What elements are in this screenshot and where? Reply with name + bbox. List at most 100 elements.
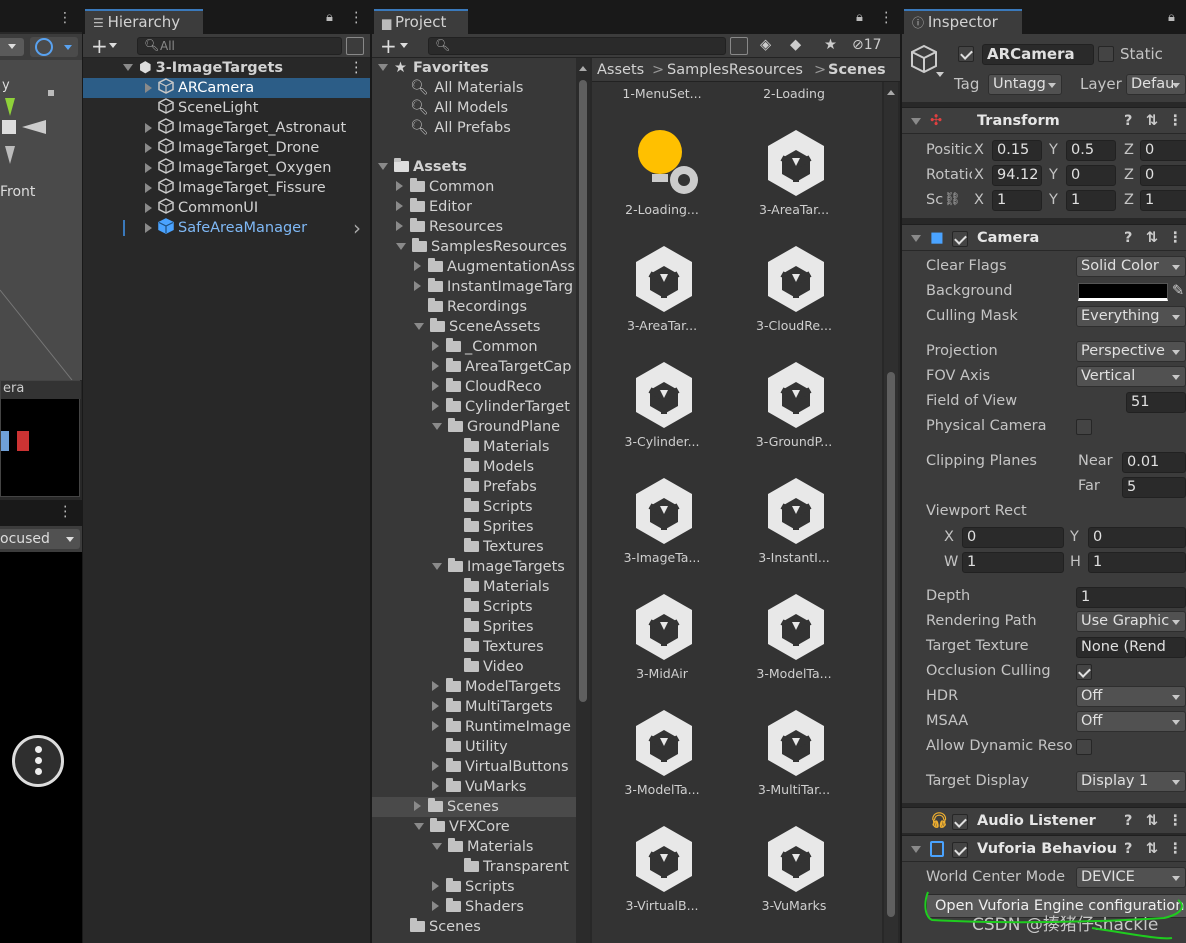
tab-hierarchy[interactable]: ☰ Hierarchy <box>85 9 203 34</box>
folder-item[interactable]: Utility <box>372 737 576 757</box>
viewport-y-field[interactable]: 0 <box>1088 527 1186 548</box>
expand-arrow-icon[interactable] <box>432 881 439 891</box>
folder-item[interactable]: Materials <box>372 577 576 597</box>
expand-arrow-icon[interactable] <box>145 223 152 233</box>
scene-search-icon[interactable] <box>346 37 364 55</box>
hierarchy-item[interactable]: SceneLight <box>83 98 370 118</box>
hierarchy-root[interactable]: ⬢ 3-ImageTargets ⋮ <box>83 58 370 78</box>
scene-gizmo-icon[interactable] <box>0 84 82 174</box>
expand-arrow-icon[interactable] <box>432 781 439 791</box>
target-display-dropdown[interactable]: Display 1 <box>1076 771 1186 792</box>
active-checkbox[interactable] <box>958 46 974 66</box>
scale-x-field[interactable]: 1 <box>992 190 1042 211</box>
breadcrumb-samplesresources[interactable]: SamplesResources <box>667 58 803 82</box>
folder-item[interactable]: InstantImageTarg <box>372 277 576 297</box>
expand-arrow-icon[interactable] <box>145 183 152 193</box>
filter-type-icon[interactable]: ◈ <box>760 37 771 53</box>
lock-icon[interactable]: 🔒︎ <box>326 10 333 25</box>
static-checkbox[interactable] <box>1098 46 1114 66</box>
tab-inspector[interactable]: ⓘ Inspector <box>904 9 1022 34</box>
expand-arrow-icon[interactable] <box>432 721 439 731</box>
expand-arrow-icon[interactable] <box>432 341 439 351</box>
viewport-h-field[interactable]: 1 <box>1088 552 1186 573</box>
hierarchy-item[interactable]: ARCamera <box>83 78 370 98</box>
msaa-dropdown[interactable]: Off <box>1076 711 1186 732</box>
folder-item[interactable]: AugmentationAss <box>372 257 576 277</box>
scene-asset[interactable]: 3-AreaTar... <box>724 106 864 222</box>
folder-item[interactable]: Common <box>372 177 576 197</box>
expand-arrow-icon[interactable] <box>432 681 439 691</box>
fov-field[interactable]: 51 <box>1126 392 1186 413</box>
folder-item[interactable]: VuMarks <box>372 777 576 797</box>
preset-icon[interactable]: ⇅ <box>1146 808 1158 834</box>
expand-arrow-icon[interactable] <box>432 843 442 850</box>
expand-arrow-icon[interactable] <box>432 701 439 711</box>
expand-arrow-icon[interactable] <box>145 123 152 133</box>
depth-field[interactable]: 1 <box>1076 587 1186 608</box>
hierarchy-item[interactable]: ImageTarget_Fissure <box>83 178 370 198</box>
transform-header[interactable]: ✣ Transform ? ⇅ ⋮ <box>902 107 1186 133</box>
expand-arrow-icon[interactable] <box>432 901 439 911</box>
folder-item[interactable]: Scripts <box>372 597 576 617</box>
target-texture-field[interactable]: None (Rend <box>1076 637 1186 658</box>
scene-asset[interactable]: 3-Cylinder... <box>592 338 732 454</box>
rotation-x-field[interactable]: 94.12 <box>992 165 1042 186</box>
favorite-item[interactable]: 🔍︎ All Prefabs <box>410 118 511 138</box>
folder-item[interactable]: ModelTargets <box>372 677 576 697</box>
vuforia-header[interactable]: Vuforia Behaviour ( ? ⇅ ⋮ <box>902 835 1186 861</box>
folder-item[interactable]: Scenes <box>372 797 576 817</box>
expand-arrow-icon[interactable] <box>432 761 439 771</box>
expand-arrow-icon[interactable] <box>432 423 442 430</box>
dynamic-resolution-checkbox[interactable] <box>1076 739 1092 759</box>
tab-project[interactable]: ▆ Project <box>374 9 468 34</box>
draw-mode-dropdown[interactable] <box>0 38 24 56</box>
star-icon[interactable]: ★ <box>824 37 837 53</box>
expand-arrow-icon[interactable] <box>396 181 403 191</box>
folder-item[interactable]: Scripts <box>372 497 576 517</box>
scene-asset[interactable]: 3-GroundP... <box>724 338 864 454</box>
folder-item[interactable]: Video <box>372 657 576 677</box>
project-search-input[interactable]: 🔍︎ <box>428 37 726 55</box>
hierarchy-item[interactable]: ImageTarget_Drone <box>83 138 370 158</box>
more-menu-icon[interactable]: ⋮ <box>1168 108 1183 134</box>
folder-item[interactable]: AreaTargetCap <box>372 357 576 377</box>
scene-view-panel[interactable]: ⋮ y Front era ⋮ ocused <box>0 0 82 943</box>
scene-asset[interactable]: 3-CloudRe... <box>724 222 864 338</box>
expand-arrow-icon[interactable] <box>432 563 442 570</box>
tag-dropdown[interactable]: Untagg <box>988 74 1062 95</box>
more-menu-icon[interactable]: ⋮ <box>879 10 894 26</box>
folder-item[interactable]: MultiTargets <box>372 697 576 717</box>
scrollbar-thumb[interactable] <box>579 80 587 702</box>
gizmo-toggle[interactable] <box>30 37 78 57</box>
help-icon[interactable]: ? <box>1124 225 1132 251</box>
expand-arrow-icon[interactable] <box>396 201 403 211</box>
chevron-down-icon[interactable] <box>936 72 944 77</box>
position-y-field[interactable]: 0.5 <box>1066 140 1116 161</box>
folder-item[interactable]: GroundPlane <box>372 417 576 437</box>
expand-arrow-icon[interactable] <box>414 261 421 271</box>
folder-item[interactable]: Textures <box>372 537 576 557</box>
scene-asset[interactable]: 3-MidAir <box>592 570 732 686</box>
camera-header[interactable]: ■ Camera ? ⇅ ⋮ <box>902 224 1186 250</box>
breadcrumb-scenes[interactable]: Scenes <box>828 58 886 82</box>
expand-arrow-icon[interactable] <box>414 801 421 811</box>
audio-listener-header[interactable]: 🎧︎ Audio Listener ? ⇅ ⋮ <box>902 807 1186 833</box>
folder-item[interactable]: Scenes <box>372 917 576 937</box>
chevron-down-icon[interactable] <box>109 43 117 48</box>
expand-arrow-icon[interactable] <box>414 281 421 291</box>
rotation-z-field[interactable]: 0 <box>1140 165 1186 186</box>
eyedropper-icon[interactable]: ✎ <box>1172 283 1184 299</box>
chevron-right-icon[interactable]: › <box>353 218 361 238</box>
expand-arrow-icon[interactable] <box>414 823 424 830</box>
preset-icon[interactable]: ⇅ <box>1146 225 1158 251</box>
folder-item[interactable]: Sprites <box>372 517 576 537</box>
scale-z-field[interactable]: 1 <box>1140 190 1186 211</box>
folder-item[interactable]: CloudReco <box>372 377 576 397</box>
scene-asset[interactable]: 3-AreaTar... <box>592 222 732 338</box>
viewport-x-field[interactable]: 0 <box>962 527 1064 548</box>
expand-arrow-icon[interactable] <box>432 401 439 411</box>
expand-arrow-icon[interactable] <box>432 361 439 371</box>
position-z-field[interactable]: 0 <box>1140 140 1186 161</box>
more-menu-icon[interactable]: ⋮ <box>1168 808 1183 834</box>
menu-dots-icon[interactable] <box>12 735 64 787</box>
